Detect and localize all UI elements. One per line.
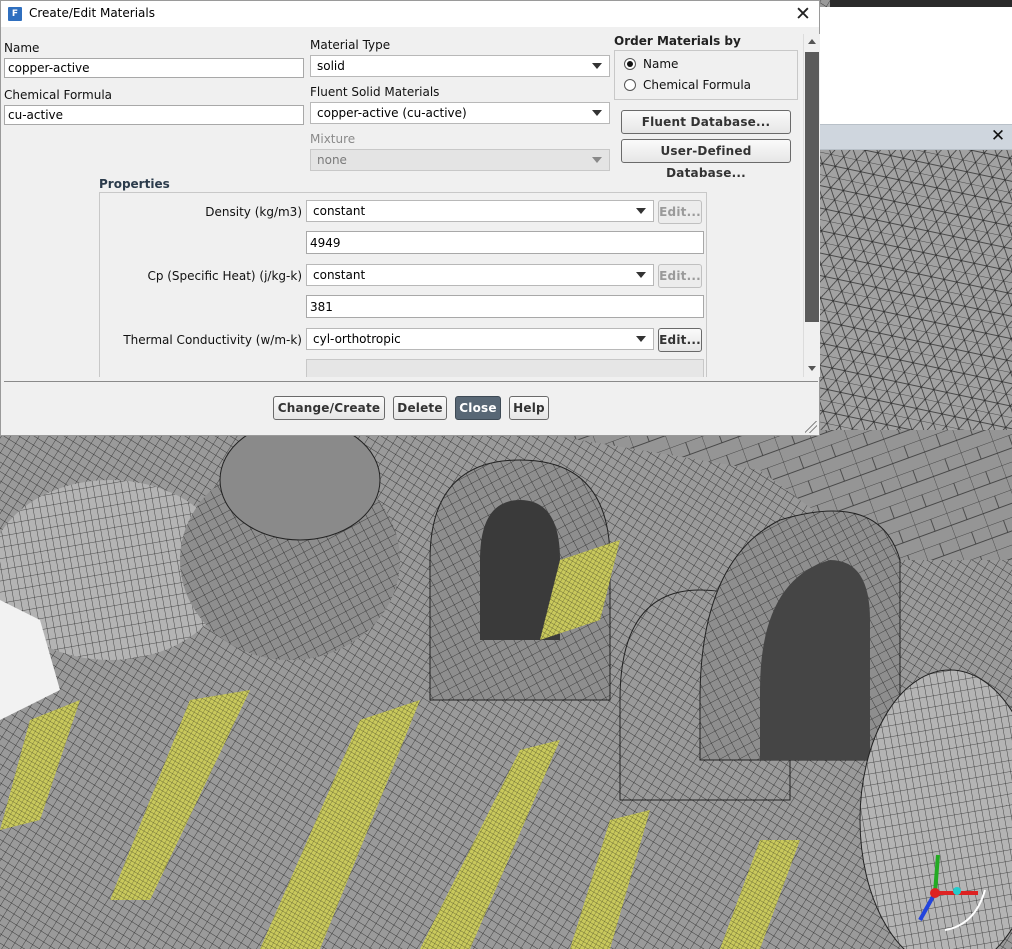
material-type-value: solid [317,59,345,73]
mixture-value: none [317,153,347,167]
mixture-label: Mixture [310,132,356,146]
thermal-conductivity-edit-button[interactable]: Edit... [658,328,702,352]
scroll-down-icon[interactable] [804,361,820,377]
order-materials-title: Order Materials by [614,34,741,48]
dialog-scrollbar[interactable] [803,34,820,377]
order-by-formula-radio[interactable] [624,79,636,91]
graphics-close-icon[interactable]: ✕ [988,126,1008,146]
graphics-blank-area [820,7,1012,124]
properties-title: Properties [99,177,170,191]
chevron-down-icon [592,110,602,116]
thermal-conductivity-label: Thermal Conductivity (w/m-k) [123,333,302,347]
user-defined-database-button[interactable]: User-Defined Database... [621,139,791,180]
mixture-select: none [310,149,610,171]
material-type-label: Material Type [310,38,391,52]
fluent-materials-select[interactable]: copper-active (cu-active) [310,102,610,124]
fluent-database-button[interactable]: Fluent Database... [621,110,791,134]
close-icon[interactable]: ✕ [791,3,815,25]
order-by-formula-label[interactable]: Chemical Formula [643,78,751,92]
thermal-conductivity-value-input [306,359,704,377]
resize-grip-icon[interactable] [805,421,817,433]
close-button[interactable]: Close [455,396,501,420]
properties-panel: Density (kg/m3) constant Edit... 4949 Cp… [99,192,707,377]
window-title: Create/Edit Materials [29,6,155,20]
name-label: Name [4,41,40,55]
delete-button[interactable]: Delete [393,396,447,420]
material-type-select[interactable]: solid [310,55,610,77]
fluent-materials-label: Fluent Solid Materials [310,85,440,99]
density-value-input[interactable]: 4949 [306,231,704,254]
density-method-select[interactable]: constant [306,200,654,222]
change-create-button[interactable]: Change/Create [273,396,385,420]
thermal-conductivity-method-select[interactable]: cyl-orthotropic [306,328,654,350]
thermal-conductivity-method-value: cyl-orthotropic [313,332,401,346]
chevron-down-icon [636,336,646,342]
name-input[interactable]: copper-active [4,58,304,78]
cp-method-select[interactable]: constant [306,264,654,286]
density-method-value: constant [313,204,366,218]
order-materials-group: Name Chemical Formula [614,50,798,100]
cp-edit-button: Edit... [658,264,702,288]
scroll-thumb[interactable] [805,52,819,322]
help-button[interactable]: Help [509,396,549,420]
chevron-down-icon [592,63,602,69]
order-by-name-label[interactable]: Name [643,57,678,71]
density-label: Density (kg/m3) [205,205,302,219]
cp-value-input[interactable]: 381 [306,295,704,318]
title-bar[interactable]: F Create/Edit Materials ✕ [1,1,819,27]
divider [4,381,818,382]
chevron-down-icon [592,157,602,163]
density-edit-button: Edit... [658,200,702,224]
app-icon: F [8,7,22,21]
fluent-materials-value: copper-active (cu-active) [317,106,467,120]
create-edit-materials-dialog: F Create/Edit Materials ✕ Name copper-ac… [0,0,820,436]
chemical-formula-label: Chemical Formula [4,88,113,102]
order-by-name-radio[interactable] [624,58,636,70]
graphics-panel-header: ✕ [820,124,1012,150]
chevron-down-icon [636,208,646,214]
top-toolbar-strip [830,0,1012,7]
chevron-down-icon [636,272,646,278]
cp-method-value: constant [313,268,366,282]
chemical-formula-input[interactable]: cu-active [4,105,304,125]
scroll-up-icon[interactable] [804,34,820,50]
cp-label: Cp (Specific Heat) (j/kg-k) [147,269,302,283]
